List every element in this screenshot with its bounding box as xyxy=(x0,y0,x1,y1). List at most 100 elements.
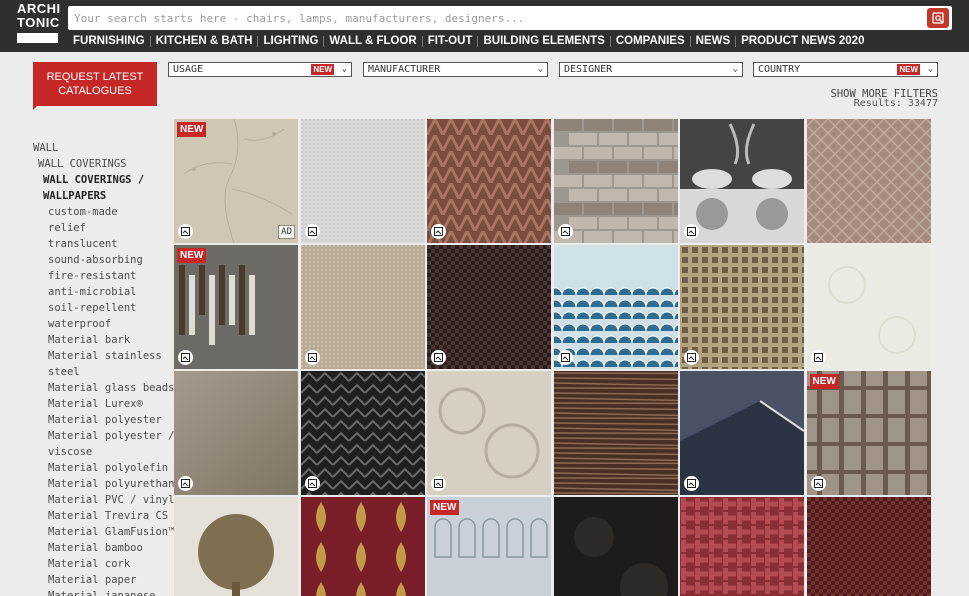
save-to-collection-icon[interactable] xyxy=(684,476,699,491)
nav-item-product-news-2020[interactable]: PRODUCT NEWS 2020 xyxy=(741,35,864,47)
save-to-collection-icon[interactable] xyxy=(810,350,826,365)
save-to-collection-icon[interactable] xyxy=(557,350,573,365)
logo-line1: ARCHI xyxy=(17,1,61,16)
sidebar-item-wall[interactable]: WALL xyxy=(33,140,181,156)
sidebar-item-material-polyolefin[interactable]: Material polyolefin xyxy=(33,460,181,476)
sidebar-item-wallpapers-line2[interactable]: WALLPAPERS xyxy=(33,188,181,204)
sidebar-item-relief[interactable]: relief xyxy=(33,220,181,236)
product-tile[interactable] xyxy=(427,245,551,369)
nav-separator xyxy=(689,35,691,47)
save-to-collection-icon[interactable] xyxy=(810,476,826,491)
save-to-collection-icon[interactable] xyxy=(684,224,699,239)
sidebar-item-material-paper[interactable]: Material paper xyxy=(33,572,181,588)
filter-designer[interactable]: DESIGNER ⌄ xyxy=(559,62,743,77)
new-badge: NEW xyxy=(177,122,207,137)
product-tile[interactable] xyxy=(806,245,931,369)
product-image xyxy=(553,371,678,495)
save-to-collection-icon[interactable] xyxy=(178,224,193,239)
sidebar-item-material-stainless[interactable]: Material stainless xyxy=(33,348,181,364)
sidebar-item-waterproof[interactable]: waterproof xyxy=(33,316,181,332)
product-tile[interactable] xyxy=(680,497,804,596)
sidebar-item-fire-resistant[interactable]: fire-resistant xyxy=(33,268,181,284)
sidebar-item-material-polyurethane[interactable]: Material polyurethane xyxy=(33,476,181,492)
product-image xyxy=(553,497,678,596)
nav-separator xyxy=(735,35,737,47)
sidebar-item-material-bark[interactable]: Material bark xyxy=(33,332,181,348)
filter-usage[interactable]: USAGE NEW ⌄ xyxy=(168,62,352,77)
sidebar-item-soil-repellent[interactable]: soil-repellent xyxy=(33,300,181,316)
nav-separator xyxy=(149,35,151,47)
sidebar-item-material-glass-beads[interactable]: Material glass beads xyxy=(33,380,181,396)
nav-item-companies[interactable]: COMPANIES xyxy=(616,35,685,47)
sidebar-item-anti-microbial[interactable]: anti-microbial xyxy=(33,284,181,300)
product-tile[interactable]: NEW xyxy=(806,371,931,495)
sidebar-item-material-bamboo[interactable]: Material bamboo xyxy=(33,540,181,556)
archi-tonic-logo[interactable]: ARCHI TONIC xyxy=(17,1,61,46)
save-to-collection-icon[interactable] xyxy=(304,224,320,239)
filter-country[interactable]: COUNTRY NEW ⌄ xyxy=(753,62,938,77)
save-to-collection-icon[interactable] xyxy=(431,476,446,491)
search-button[interactable] xyxy=(927,8,949,28)
filter-manufacturer[interactable]: MANUFACTURER ⌄ xyxy=(363,62,548,77)
sidebar-item-sound-absorbing[interactable]: sound-absorbing xyxy=(33,252,181,268)
filter-label: MANUFACTURER xyxy=(368,64,441,75)
sidebar-item-wall-coverings[interactable]: WALL COVERINGS xyxy=(33,156,181,172)
save-to-collection-icon[interactable] xyxy=(557,224,573,239)
nav-item-building-elements[interactable]: BUILDING ELEMENTS xyxy=(483,35,604,47)
product-tile[interactable] xyxy=(553,371,678,495)
product-tile[interactable] xyxy=(300,245,425,369)
product-tile[interactable] xyxy=(174,497,298,596)
sidebar-item-material-pvc-vinyl[interactable]: Material PVC / vinyl xyxy=(33,492,181,508)
nav-item-wall-floor[interactable]: WALL & FLOOR xyxy=(329,35,416,47)
product-tile[interactable] xyxy=(680,371,804,495)
product-tile[interactable] xyxy=(553,245,678,369)
sidebar-item-material-japanese[interactable]: Material japanese xyxy=(33,588,181,596)
sidebar-item-material-lurex[interactable]: Material Lurex® xyxy=(33,396,181,412)
product-tile[interactable] xyxy=(174,371,298,495)
product-tile[interactable] xyxy=(553,119,678,243)
product-tile[interactable] xyxy=(806,497,931,596)
sidebar-item-material-cork[interactable]: Material cork xyxy=(33,556,181,572)
save-to-collection-icon[interactable] xyxy=(178,476,193,491)
product-image xyxy=(806,497,931,596)
request-catalogues-button[interactable]: REQUEST LATEST CATALOGUES xyxy=(33,62,157,106)
save-to-collection-icon[interactable] xyxy=(684,350,699,365)
save-to-collection-icon[interactable] xyxy=(304,476,320,491)
save-to-collection-icon[interactable] xyxy=(431,350,446,365)
product-tile[interactable]: NEW AD xyxy=(174,119,298,243)
product-tile[interactable]: NEW xyxy=(174,245,298,369)
search-bar xyxy=(68,6,952,30)
sidebar-item-viscose[interactable]: viscose xyxy=(33,444,181,460)
save-to-collection-icon[interactable] xyxy=(304,350,320,365)
new-badge: NEW xyxy=(809,374,839,389)
nav-item-furnishing[interactable]: FURNISHING xyxy=(73,35,145,47)
sidebar-item-steel[interactable]: steel xyxy=(33,364,181,380)
sidebar-item-translucent[interactable]: translucent xyxy=(33,236,181,252)
product-tile[interactable] xyxy=(300,371,425,495)
nav-item-fit-out[interactable]: FIT-OUT xyxy=(428,35,473,47)
product-tile[interactable] xyxy=(553,497,678,596)
product-tile[interactable]: NEW xyxy=(427,497,551,596)
nav-item-kitchen-bath[interactable]: KITCHEN & BATH xyxy=(156,35,253,47)
sidebar-item-wallpapers-line1[interactable]: WALL COVERINGS / xyxy=(33,172,181,188)
sidebar-item-custom-made[interactable]: custom-made xyxy=(33,204,181,220)
sidebar-item-material-trevira-cs[interactable]: Material Trevira CS xyxy=(33,508,181,524)
product-tile[interactable] xyxy=(806,119,931,243)
save-to-collection-icon[interactable] xyxy=(178,350,193,365)
product-image xyxy=(427,371,551,495)
sidebar-item-material-glamfusion[interactable]: Material GlamFusion™ xyxy=(33,524,181,540)
product-image xyxy=(300,371,425,495)
nav-item-lighting[interactable]: LIGHTING xyxy=(263,35,318,47)
product-tile[interactable] xyxy=(680,245,804,369)
save-to-collection-icon[interactable] xyxy=(431,224,446,239)
product-tile[interactable] xyxy=(427,371,551,495)
product-tile[interactable] xyxy=(300,119,425,243)
product-tile[interactable] xyxy=(427,119,551,243)
product-image xyxy=(427,119,551,243)
product-tile[interactable] xyxy=(300,497,425,596)
nav-item-news[interactable]: NEWS xyxy=(696,35,731,47)
search-input[interactable] xyxy=(68,6,908,30)
sidebar-item-material-polyester[interactable]: Material polyester / xyxy=(33,428,181,444)
product-tile[interactable] xyxy=(680,119,804,243)
sidebar-item-material-polyester[interactable]: Material polyester xyxy=(33,412,181,428)
